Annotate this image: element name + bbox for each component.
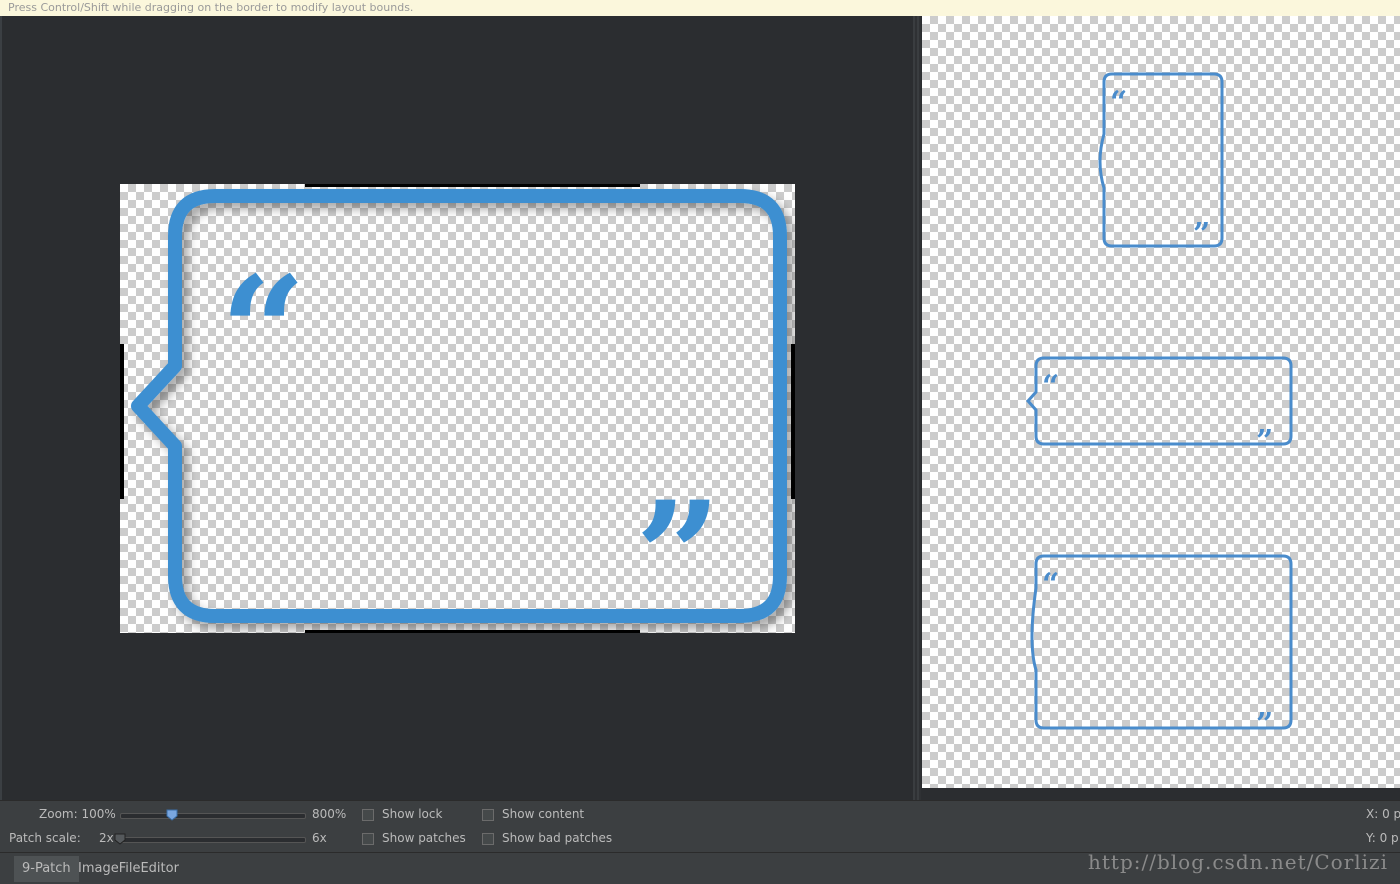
- patch-marker-left[interactable]: [120, 344, 124, 499]
- zoom-max-label: 800%: [312, 807, 347, 821]
- panel-splitter[interactable]: [913, 16, 921, 800]
- show-content-label[interactable]: Show content: [502, 807, 584, 821]
- open-quote-icon: “: [1042, 369, 1059, 404]
- zoom-slider-thumb[interactable]: [166, 809, 178, 821]
- close-quote-icon: ”: [635, 469, 721, 633]
- zoom-label: Zoom: 100%: [39, 807, 116, 821]
- hint-text: Press Control/Shift while dragging on th…: [8, 1, 414, 14]
- show-bad-patches-checkbox[interactable]: [482, 833, 494, 845]
- preview-tall: “ ”: [1098, 72, 1224, 248]
- patch-marker-bottom[interactable]: [305, 630, 640, 633]
- show-lock-checkbox[interactable]: [362, 809, 374, 821]
- preview-wide: “ ”: [1026, 356, 1293, 448]
- controls-bar: Zoom: 100% 800% Patch scale: 2x 6x Show …: [0, 800, 1400, 853]
- x-coordinate-readout: X: 0 p: [1366, 807, 1400, 821]
- close-quote-icon: ”: [1193, 217, 1210, 248]
- hint-bar: Press Control/Shift while dragging on th…: [0, 0, 1400, 16]
- preview-panel: “ ” “ ” “ ”: [922, 16, 1400, 788]
- patch-scale-slider[interactable]: [120, 837, 306, 843]
- show-patches-checkbox[interactable]: [362, 833, 374, 845]
- y-coordinate-readout: Y: 0 p: [1366, 831, 1399, 845]
- patch-scale-min-label: 2x: [99, 831, 114, 845]
- patch-scale-slider-thumb[interactable]: [114, 833, 126, 845]
- close-quote-icon: ”: [1256, 707, 1273, 734]
- watermark: http://blog.csdn.net/Corlizi: [1087, 850, 1388, 874]
- preview-large: “ ”: [1030, 554, 1293, 734]
- patch-scale-max-label: 6x: [312, 831, 327, 845]
- speech-bubble-image: “ ”: [131, 189, 787, 633]
- show-lock-label[interactable]: Show lock: [382, 807, 442, 821]
- show-patches-label[interactable]: Show patches: [382, 831, 466, 845]
- zoom-slider[interactable]: [120, 813, 306, 819]
- tab-image-file-editor[interactable]: ImageFileEditor: [70, 856, 187, 882]
- ninepatch-image[interactable]: “ ”: [120, 184, 795, 633]
- patch-scale-label: Patch scale:: [9, 831, 81, 845]
- patch-marker-right[interactable]: [791, 344, 795, 499]
- patch-marker-top[interactable]: [305, 184, 640, 187]
- open-quote-icon: “: [1110, 85, 1127, 120]
- open-quote-icon: “: [1042, 567, 1059, 602]
- tab-9-patch[interactable]: 9-Patch: [14, 856, 79, 882]
- close-quote-icon: ”: [1256, 424, 1273, 448]
- show-content-checkbox[interactable]: [482, 809, 494, 821]
- show-bad-patches-label[interactable]: Show bad patches: [502, 831, 612, 845]
- open-quote-icon: “: [220, 244, 306, 420]
